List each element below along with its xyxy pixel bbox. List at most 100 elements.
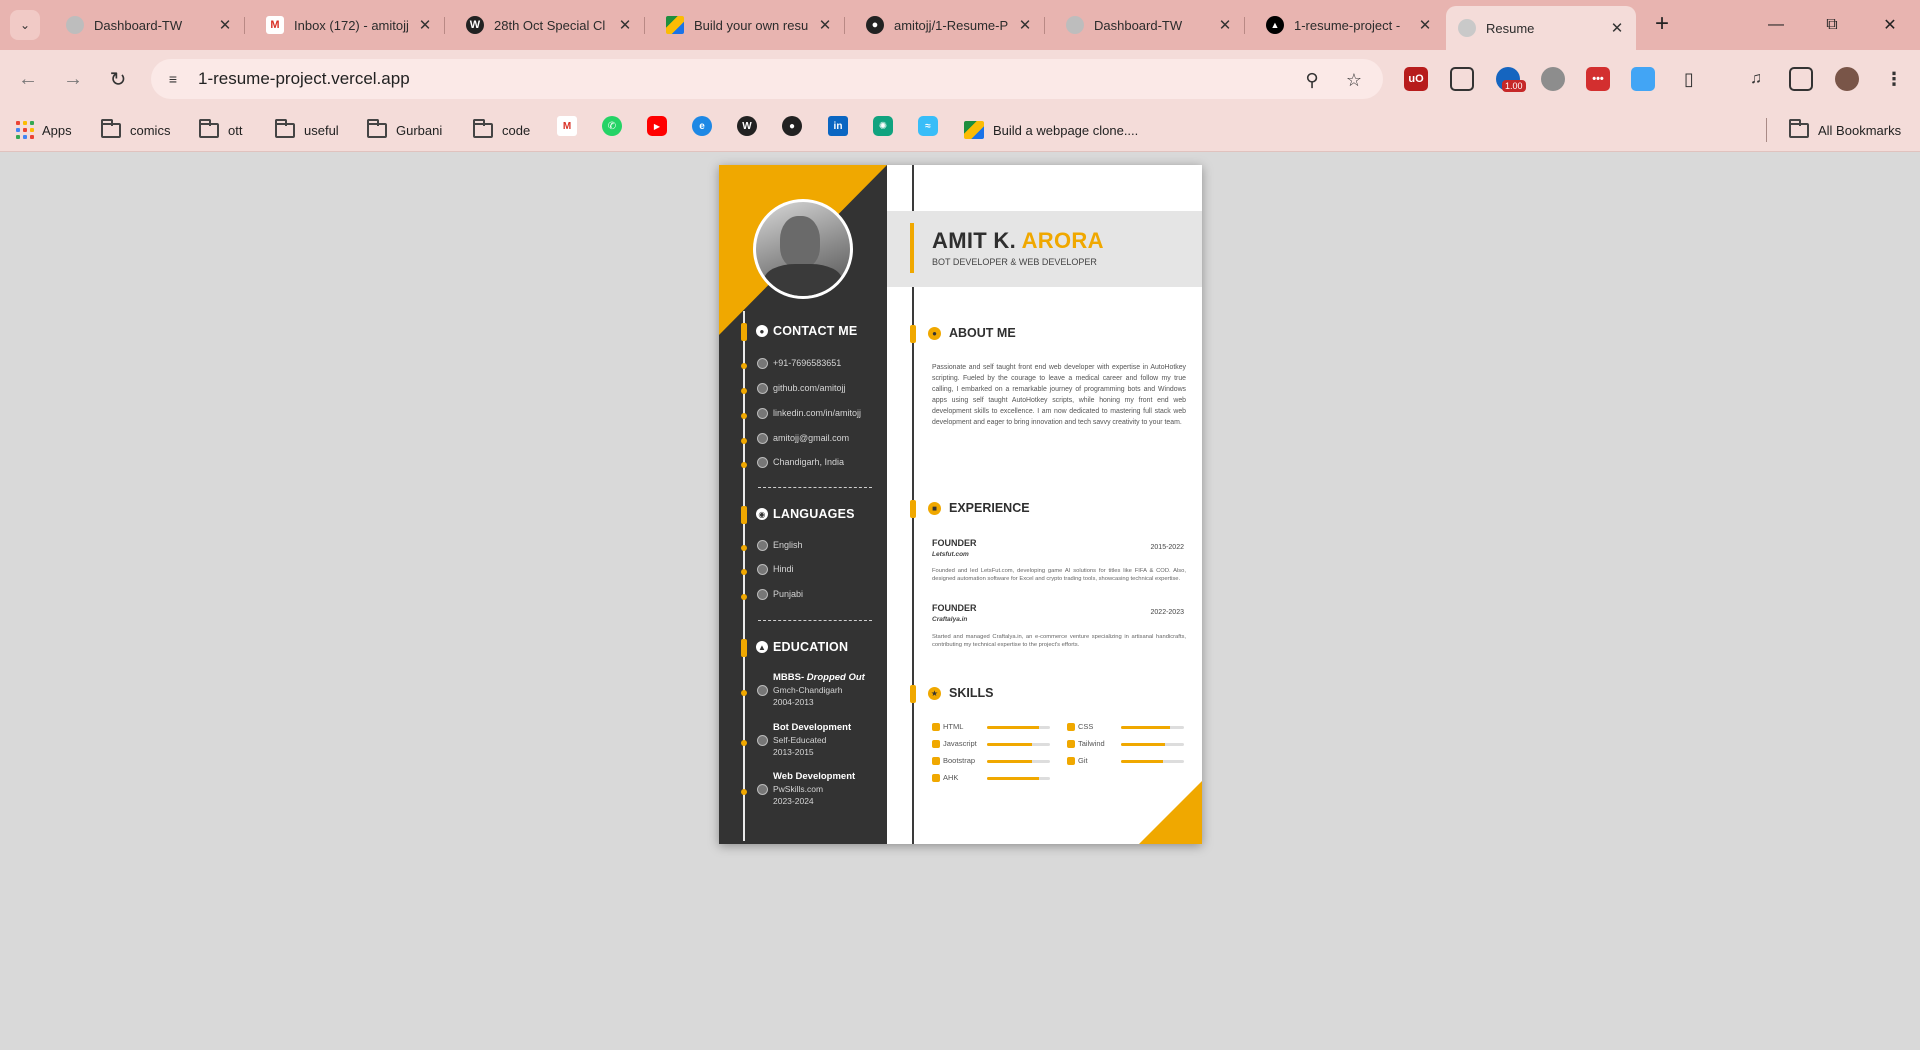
contact-location: Chandigarh, India <box>757 456 844 468</box>
clipboard-extension-icon[interactable] <box>1631 67 1655 91</box>
dashboard-globe-icon <box>1066 16 1084 34</box>
javascript-icon <box>932 739 940 748</box>
vercel-icon: ▲ <box>1266 16 1284 34</box>
skill-bar <box>1121 726 1184 729</box>
section-marker <box>741 639 747 657</box>
ahk-icon <box>932 773 940 782</box>
google-drive-icon <box>666 16 684 34</box>
close-icon[interactable]: ✕ <box>616 16 634 34</box>
zoom-icon[interactable]: ⚲ <box>1301 69 1323 91</box>
tab-github[interactable]: ● amitojj/1-Resume-P ✕ <box>854 8 1045 42</box>
globe-icon <box>757 563 768 575</box>
address-bar[interactable]: ≡ 1-resume-project.vercel.app ⚲ ☆ <box>151 59 1383 99</box>
profile-avatar-icon[interactable] <box>1835 67 1859 91</box>
skill-bootstrap: Bootstrap <box>932 756 975 765</box>
youtube-icon[interactable]: ▶ <box>647 116 667 136</box>
bookmark-folder-ott[interactable]: ott <box>199 118 242 141</box>
close-icon[interactable]: ✕ <box>1416 16 1434 34</box>
red-extension-icon[interactable]: ••• <box>1586 67 1610 91</box>
tab-drive[interactable]: Build your own resu ✕ <box>654 8 845 42</box>
puzzle-extensions-icon[interactable]: ▯ <box>1677 67 1701 91</box>
arrow-left-icon: ← <box>18 67 38 90</box>
skill-ahk: AHK <box>932 773 958 782</box>
url-text[interactable]: 1-resume-project.vercel.app <box>198 69 410 89</box>
close-window-button[interactable]: ✕ <box>1862 0 1918 50</box>
chevron-down-icon: ⌄ <box>19 18 31 32</box>
name-header: AMIT K. ARORA BOT DEVELOPER & WEB DEVELO… <box>887 211 1202 287</box>
linkedin-icon[interactable]: in <box>828 116 848 136</box>
close-icon[interactable]: ✕ <box>816 16 834 34</box>
google-drive-icon <box>964 121 984 139</box>
skill-bar <box>1121 743 1184 746</box>
bookmark-folder-code[interactable]: code <box>473 118 530 141</box>
tab-dashboard-1[interactable]: Dashboard-TW ✕ <box>54 8 245 42</box>
contact-phone: +91-7696583651 <box>757 357 841 369</box>
new-tab-button[interactable]: + <box>1648 11 1676 39</box>
bookmark-star-icon[interactable]: ☆ <box>1343 69 1365 91</box>
skill-git: Git <box>1067 756 1088 765</box>
side-panel-icon[interactable] <box>1789 67 1813 91</box>
tab-dashboard-2[interactable]: Dashboard-TW ✕ <box>1054 8 1245 42</box>
school-icon <box>757 784 768 795</box>
section-marker <box>741 506 747 524</box>
github-icon[interactable]: ● <box>782 116 802 136</box>
school-icon <box>757 735 768 746</box>
html-icon <box>932 722 940 731</box>
tab-resume[interactable]: Resume ✕ <box>1446 6 1636 50</box>
contact-github[interactable]: github.com/amitojj <box>757 382 846 394</box>
tab-search-button[interactable]: ⌄ <box>10 10 40 40</box>
experience-company: Letsfut.com <box>932 551 969 558</box>
bug-extension-icon[interactable] <box>1541 67 1565 91</box>
experience-description: Founded and led LetsFut.com, developing … <box>932 568 1186 582</box>
tab-gmail[interactable]: M Inbox (172) - amitojj ✕ <box>254 8 445 42</box>
language-item: English <box>757 539 803 551</box>
contact-linkedin[interactable]: linkedin.com/in/amitojj <box>757 407 861 419</box>
tailwind-icon <box>1067 739 1075 748</box>
tab-class[interactable]: W 28th Oct Special Cl ✕ <box>454 8 645 42</box>
picture-in-picture-icon[interactable] <box>1450 67 1474 91</box>
edge-icon[interactable]: e <box>692 116 712 136</box>
gmail-icon[interactable]: M <box>557 116 577 136</box>
experience-role: FOUNDER <box>932 603 977 613</box>
close-icon[interactable]: ✕ <box>1608 19 1626 37</box>
media-control-icon[interactable]: ♫ <box>1744 67 1768 91</box>
menu-kebab-icon[interactable]: ⋮ <box>1882 67 1906 91</box>
site-info-icon[interactable]: ≡ <box>160 66 186 92</box>
restore-button[interactable]: ⧉ <box>1804 0 1860 50</box>
bookmark-build-webpage-clone[interactable]: Build a webpage clone.... <box>964 119 1138 141</box>
bookmark-apps[interactable]: Apps <box>16 119 72 141</box>
reload-button[interactable]: ↻ <box>103 64 133 94</box>
language-icon: ◉ <box>756 508 768 520</box>
gmail-icon: M <box>266 16 284 34</box>
email-icon <box>757 432 768 444</box>
bookmark-folder-gurbani[interactable]: Gurbani <box>367 118 442 141</box>
skill-bar <box>987 777 1050 780</box>
close-icon[interactable]: ✕ <box>216 16 234 34</box>
close-icon[interactable]: ✕ <box>416 16 434 34</box>
contact-email[interactable]: amitojj@gmail.com <box>757 432 849 444</box>
corner-accent-triangle <box>1139 781 1202 844</box>
full-name: AMIT K. ARORA <box>932 228 1104 253</box>
section-divider <box>758 487 872 488</box>
bookmark-all-bookmarks[interactable]: All Bookmarks <box>1789 118 1901 141</box>
extension-badge: 1.00 <box>1502 80 1526 92</box>
apps-grid-icon <box>16 121 34 139</box>
tab-vercel[interactable]: ▲ 1-resume-project - ✕ <box>1254 8 1444 42</box>
bookmark-folder-comics[interactable]: comics <box>101 118 170 141</box>
experience-years: 2022-2023 <box>1150 609 1184 616</box>
close-icon[interactable]: ✕ <box>1016 16 1034 34</box>
forward-button[interactable]: → <box>58 64 88 94</box>
minimize-button[interactable]: — <box>1748 0 1804 50</box>
close-icon[interactable]: ✕ <box>1216 16 1234 34</box>
language-item: Punjabi <box>757 588 803 600</box>
back-button[interactable]: ← <box>13 64 43 94</box>
bookmark-folder-useful[interactable]: useful <box>275 118 339 141</box>
browser-toolbar: ← → ↻ ≡ 1-resume-project.vercel.app ⚲ ☆ … <box>0 50 1920 108</box>
wordpress-icon[interactable]: W <box>737 116 757 136</box>
tailwind-icon[interactable]: ≈ <box>918 116 938 136</box>
experience-company: Craftalya.in <box>932 616 968 623</box>
section-divider <box>758 620 872 621</box>
whatsapp-icon[interactable]: ✆ <box>602 116 622 136</box>
chatgpt-icon[interactable]: ✺ <box>873 116 893 136</box>
ublock-icon[interactable]: uO <box>1404 67 1428 91</box>
